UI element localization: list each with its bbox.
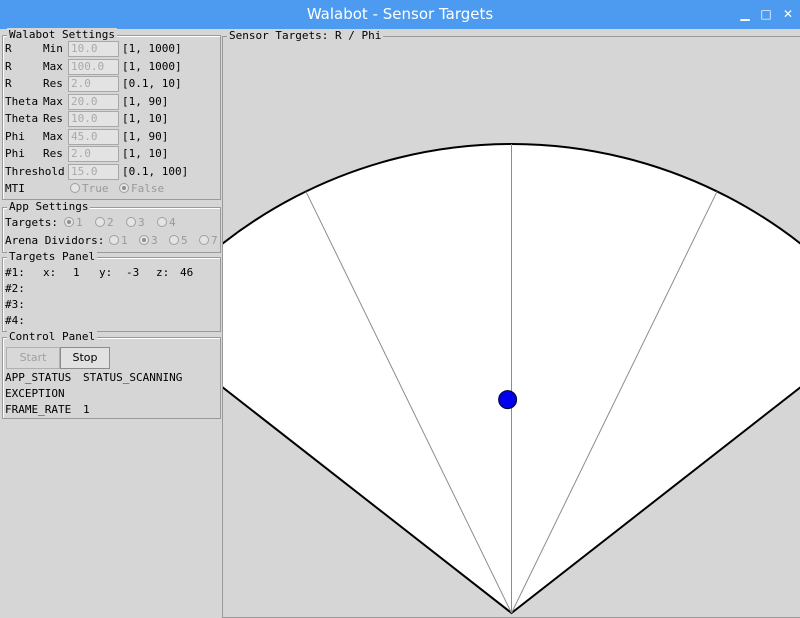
targets-2-radio[interactable]: 2 xyxy=(95,214,114,232)
stop-button[interactable]: Stop xyxy=(60,347,110,369)
setting-row-phi-res: Phi Res 2.0 [1, 10] xyxy=(5,146,169,162)
setting-row-r-min: R Min 10.0 [1, 1000] xyxy=(5,41,182,57)
targets-3-radio[interactable]: 3 xyxy=(126,214,145,232)
sensor-arena-canvas xyxy=(223,143,800,615)
arena-dividors-row: Arena Dividors: 1 3 5 7 xyxy=(5,232,219,250)
sensor-targets-group: Sensor Targets: R / Phi xyxy=(222,29,800,618)
radio-icon xyxy=(169,235,179,245)
walabot-settings-group: Walabot Settings R Min 10.0 [1, 1000] R … xyxy=(2,28,221,200)
radio-selected-icon xyxy=(119,183,129,193)
app-settings-group: App Settings Targets: 1 2 3 4 Arena Divi… xyxy=(2,200,221,253)
window-titlebar: Walabot - Sensor Targets ▁ □ ✕ xyxy=(0,0,800,29)
control-panel-title: Control Panel xyxy=(7,330,98,344)
target-row-4: #4: xyxy=(5,314,25,327)
mti-true-radio[interactable]: True xyxy=(70,180,109,198)
radio-selected-icon xyxy=(64,217,74,227)
r-res-input[interactable]: 2.0 xyxy=(68,76,119,92)
status-row-frame-rate: FRAME_RATE 1 xyxy=(5,403,90,416)
setting-row-threshold: Threshold 15.0 [0.1, 100] xyxy=(5,163,189,180)
target-marker xyxy=(498,390,518,410)
r-max-input[interactable]: 100.0 xyxy=(68,58,119,75)
minimize-icon[interactable]: ▁ xyxy=(737,6,753,22)
start-button[interactable]: Start xyxy=(6,347,60,369)
control-panel-group: Control Panel Start Stop APP_STATUS STAT… xyxy=(2,330,221,419)
theta-res-input[interactable]: 10.0 xyxy=(68,111,119,127)
maximize-icon[interactable]: □ xyxy=(758,6,774,22)
setting-row-theta-max: Theta Max 20.0 [1, 90] xyxy=(5,93,169,110)
app-settings-title: App Settings xyxy=(7,200,91,214)
theta-max-input[interactable]: 20.0 xyxy=(68,93,119,110)
arena-5-radio[interactable]: 5 xyxy=(169,232,188,250)
setting-row-theta-res: Theta Res 10.0 [1, 10] xyxy=(5,111,169,127)
radio-icon xyxy=(157,217,167,227)
targets-1-radio[interactable]: 1 xyxy=(64,214,83,232)
arena-7-radio[interactable]: 7 xyxy=(199,232,218,250)
threshold-input[interactable]: 15.0 xyxy=(68,163,119,180)
radio-icon xyxy=(126,217,136,227)
targets-panel-group: Targets Panel #1: x: 1 y: -3 z: 46 #2: #… xyxy=(2,250,221,332)
arena-1-radio[interactable]: 1 xyxy=(109,232,128,250)
targets-4-radio[interactable]: 4 xyxy=(157,214,176,232)
arena-3-radio[interactable]: 3 xyxy=(139,232,158,250)
setting-row-phi-max: Phi Max 45.0 [1, 90] xyxy=(5,128,169,145)
setting-row-mti: MTI True False xyxy=(5,180,219,198)
phi-max-input[interactable]: 45.0 xyxy=(68,128,119,145)
close-icon[interactable]: ✕ xyxy=(780,6,796,22)
setting-row-r-res: R Res 2.0 [0.1, 10] xyxy=(5,76,182,92)
radio-selected-icon xyxy=(139,235,149,245)
mti-false-radio[interactable]: False xyxy=(119,180,164,198)
radio-icon xyxy=(109,235,119,245)
targets-row: Targets: 1 2 3 4 xyxy=(5,214,219,232)
radio-icon xyxy=(199,235,209,245)
r-min-input[interactable]: 10.0 xyxy=(68,41,119,57)
radio-icon xyxy=(95,217,105,227)
targets-panel-title: Targets Panel xyxy=(7,250,98,264)
window-title: Walabot - Sensor Targets xyxy=(306,5,494,23)
setting-row-r-max: R Max 100.0 [1, 1000] xyxy=(5,58,182,75)
phi-res-input[interactable]: 2.0 xyxy=(68,146,119,162)
radio-icon xyxy=(70,183,80,193)
